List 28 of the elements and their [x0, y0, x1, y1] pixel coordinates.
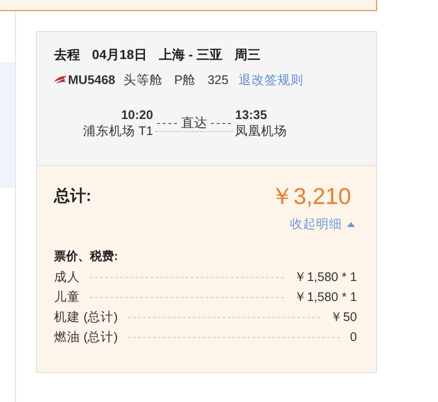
trip-direction: 去程	[54, 46, 80, 64]
total-amount: ￥3,210	[270, 182, 351, 210]
flight-number: MU5468	[68, 72, 116, 89]
total-label: 总计:	[54, 186, 92, 207]
flight-date: 04月18日	[92, 46, 147, 64]
departure-airport: 浦东机场 T1	[83, 123, 154, 139]
fee-label: 机建 (总计)	[54, 308, 118, 326]
nonstop-label: 直达	[181, 115, 208, 131]
fee-label: 成人	[54, 268, 80, 286]
aircraft-type: 325	[208, 72, 228, 89]
fee-label: 燃油 (总计)	[54, 328, 118, 346]
fee-value: ￥1,580 * 1	[294, 268, 357, 286]
airline-logo-icon	[54, 75, 67, 85]
fee-value: 0	[350, 328, 357, 346]
cabin-class: P舱	[174, 72, 196, 89]
rules-link[interactable]: 退改签规则	[238, 71, 304, 89]
fee-value: ￥1,580 * 1	[294, 288, 357, 306]
fee-label: 儿童	[54, 288, 80, 306]
caret-icon	[347, 222, 355, 226]
departure-time: 10:20	[121, 107, 154, 123]
details-heading: 票价、税费:	[54, 248, 119, 264]
fee-value: ￥50	[330, 308, 357, 326]
flight-route: 上海 - 三亚	[158, 46, 222, 64]
cabin-type: 头等舱	[123, 72, 162, 89]
arrival-airport: 凤凰机场	[235, 123, 288, 139]
arrival-time: 13:35	[235, 107, 268, 123]
flight-weekday: 周三	[234, 46, 260, 64]
details-toggle[interactable]: 收起明细	[290, 216, 355, 232]
